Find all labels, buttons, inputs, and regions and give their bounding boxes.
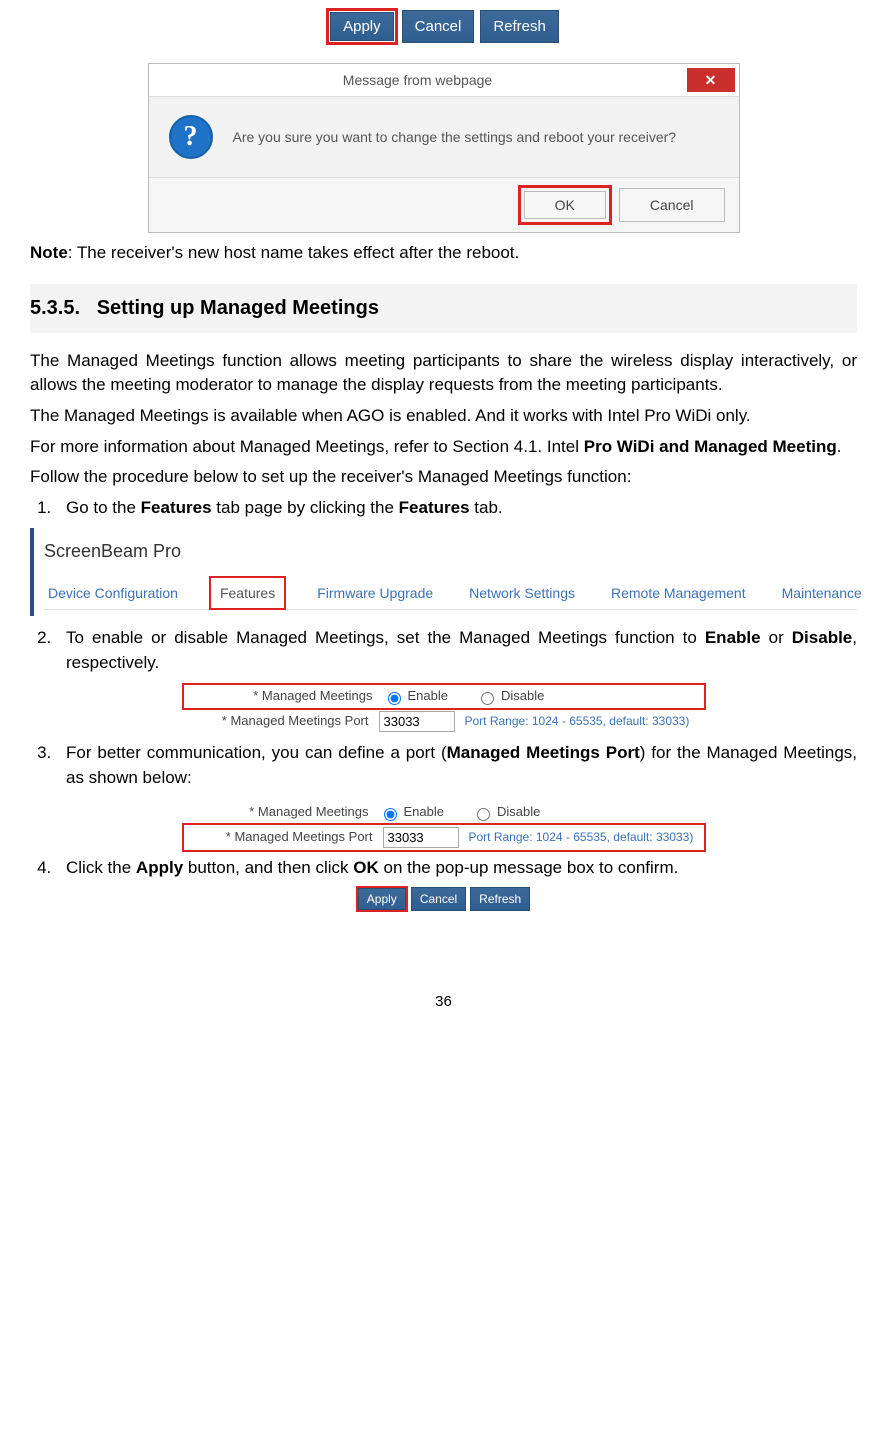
app-title: ScreenBeam Pro [44, 538, 857, 564]
page-number: 36 [30, 991, 857, 1013]
managed-meetings-figure-1: * Managed Meetings Enable Disable * Mana… [184, 685, 704, 735]
paragraph-4: Follow the procedure below to set up the… [30, 465, 857, 490]
tab-features[interactable]: Features [210, 577, 285, 609]
refresh-button-small[interactable]: Refresh [470, 887, 530, 911]
mm-label-2: * Managed Meetings [184, 803, 369, 822]
close-icon[interactable]: ✕ [687, 68, 735, 92]
section-heading: 5.3.5. Setting up Managed Meetings [30, 284, 857, 333]
paragraph-2: The Managed Meetings is available when A… [30, 404, 857, 429]
apply-highlight-small: Apply [357, 887, 407, 911]
apply-button[interactable]: Apply [330, 12, 394, 41]
mm-port-hint-2: Port Range: 1024 - 65535, default: 33033… [469, 829, 694, 846]
paragraph-1: The Managed Meetings function allows mee… [30, 349, 857, 398]
tab-network-settings[interactable]: Network Settings [465, 577, 579, 609]
mm-enable-radio-2[interactable]: Enable [379, 803, 444, 822]
apply-highlight: Apply [328, 10, 396, 43]
dialog-title-text: Message from webpage [149, 70, 687, 90]
dialog-message: Are you sure you want to change the sett… [233, 127, 677, 147]
tab-maintenance[interactable]: Maintenance [778, 577, 866, 609]
top-button-row: Apply Cancel Refresh [30, 10, 857, 43]
apply-button-small[interactable]: Apply [358, 888, 406, 910]
message-dialog: Message from webpage ✕ ? Are you sure yo… [148, 63, 740, 233]
screenbeam-tabs-figure: ScreenBeam Pro Device Configuration Feat… [30, 528, 857, 615]
note-text: : The receiver's new host name takes eff… [68, 243, 519, 262]
bottom-button-row: Apply Cancel Refresh [30, 887, 857, 911]
mm-port-input-2[interactable] [383, 827, 459, 848]
dialog-titlebar: Message from webpage ✕ [149, 64, 739, 97]
mm-disable-radio-2[interactable]: Disable [472, 803, 540, 822]
mm-port-hint: Port Range: 1024 - 65535, default: 33033… [465, 713, 690, 730]
note-line: Note: The receiver's new host name takes… [30, 241, 857, 266]
mm-label: * Managed Meetings [188, 687, 373, 706]
tab-remote-management[interactable]: Remote Management [607, 577, 750, 609]
step-1: Go to the Features tab page by clicking … [56, 496, 857, 521]
mm-enable-radio[interactable]: Enable [383, 687, 448, 706]
mm-enable-row-highlight: * Managed Meetings Enable Disable [184, 685, 704, 708]
question-icon: ? [169, 115, 213, 159]
refresh-button[interactable]: Refresh [480, 10, 559, 43]
step-4: Click the Apply button, and then click O… [56, 856, 857, 881]
managed-meetings-figure-2: * Managed Meetings Enable Disable * Mana… [184, 800, 704, 850]
mm-port-label-2: * Managed Meetings Port [188, 828, 373, 847]
ok-highlight: OK [521, 188, 609, 222]
mm-port-input[interactable] [379, 711, 455, 732]
step-2: To enable or disable Managed Meetings, s… [56, 626, 857, 675]
note-prefix: Note [30, 243, 68, 262]
mm-disable-radio[interactable]: Disable [476, 687, 544, 706]
mm-port-label: * Managed Meetings Port [184, 712, 369, 731]
tab-firmware-upgrade[interactable]: Firmware Upgrade [313, 577, 437, 609]
tab-device-configuration[interactable]: Device Configuration [44, 577, 182, 609]
heading-title: Setting up Managed Meetings [97, 297, 379, 319]
mm-port-row-highlight: * Managed Meetings Port Port Range: 1024… [184, 825, 704, 850]
step-3: For better communication, you can define… [56, 741, 857, 790]
dialog-cancel-button[interactable]: Cancel [619, 188, 725, 222]
cancel-button-small[interactable]: Cancel [411, 887, 466, 911]
paragraph-3: For more information about Managed Meeti… [30, 435, 857, 460]
ok-button[interactable]: OK [524, 191, 606, 219]
cancel-button[interactable]: Cancel [402, 10, 475, 43]
heading-number: 5.3.5. [30, 297, 80, 319]
